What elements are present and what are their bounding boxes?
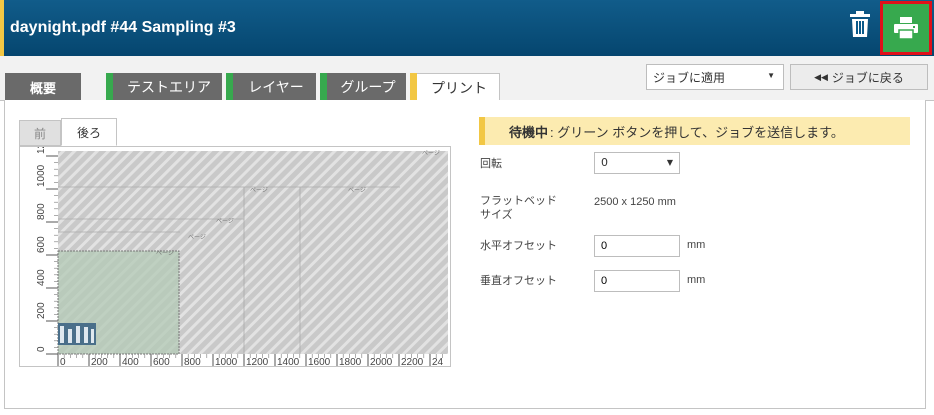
- h-offset-input[interactable]: [594, 235, 680, 257]
- tab-group-label: グループ: [340, 79, 396, 95]
- back-to-job-button[interactable]: ◀◀ ジョブに戻る: [790, 64, 928, 90]
- tab-status-bar: [226, 73, 233, 101]
- v-offset-unit: mm: [687, 274, 706, 286]
- preview-tab-back-label: 後ろ: [76, 125, 101, 140]
- ruler-y-label: 800: [36, 203, 47, 220]
- rotation-select[interactable]: 0 ▼: [594, 152, 680, 174]
- ruler-x-label: 1400: [277, 357, 300, 366]
- tab-overview[interactable]: 概要: [5, 73, 81, 101]
- tab-layer[interactable]: レイヤー: [226, 73, 316, 101]
- tab-print-label: プリント: [431, 79, 487, 96]
- flatbed-preview-canvas: ページページページページ ページページ 0 200 400 600 800 1000 1200…: [36, 131, 448, 368]
- ruler-x-label: 1800: [339, 357, 362, 366]
- tab-status-bar: [410, 73, 417, 102]
- ruler-y-label: 400: [36, 269, 47, 286]
- page-label: ページ: [422, 150, 440, 157]
- flatbed-size-label: フラットベッド サイズ: [480, 194, 557, 222]
- page-label: ページ: [250, 187, 268, 194]
- ruler-x-label: 1200: [246, 357, 269, 366]
- ruler-x-label: 0: [60, 357, 66, 366]
- tab-test-area-label: テストエリア: [127, 79, 211, 95]
- ruler-y-label: 200: [36, 302, 47, 319]
- header-accent-bar: [0, 0, 4, 56]
- status-message: : グリーン ボタンを押して、ジョブを送信します。: [550, 124, 844, 140]
- ruler-x-label: 1000: [215, 357, 238, 366]
- apply-to-job-select[interactable]: ジョブに適用 ▼: [646, 64, 784, 90]
- ruler-y-label: 600: [36, 236, 47, 253]
- page-label: ページ: [156, 250, 174, 257]
- preview-tab-front[interactable]: 前: [19, 120, 61, 146]
- rewind-icon: ◀◀: [814, 71, 828, 82]
- h-offset-unit: mm: [687, 239, 706, 251]
- back-to-job-label: ジョブに戻る: [831, 70, 904, 85]
- v-offset-input[interactable]: [594, 270, 680, 292]
- page-label: ページ: [348, 187, 366, 194]
- app-header: daynight.pdf #44 Sampling #3: [0, 0, 934, 56]
- dropdown-arrow-icon: ▼: [666, 158, 673, 167]
- job-thumbnail: [58, 323, 96, 345]
- ruler-x-label: 400: [122, 357, 139, 366]
- tab-status-bar: [106, 73, 113, 101]
- ruler-x-label: 600: [153, 357, 170, 366]
- printer-icon: [894, 17, 918, 39]
- page-title: daynight.pdf #44 Sampling #3: [10, 19, 236, 36]
- page-label: ページ: [216, 218, 234, 225]
- delete-button[interactable]: [849, 11, 871, 37]
- tab-layer-label: レイヤー: [248, 79, 304, 95]
- ruler-x-label: 2000: [370, 357, 393, 366]
- ruler-x-label: 200: [91, 357, 108, 366]
- flatbed-size-label-line2: サイズ: [480, 209, 513, 221]
- flatbed-size-label-line1: フラットベッド: [480, 195, 557, 207]
- tab-print[interactable]: プリント: [410, 73, 500, 102]
- tab-test-area[interactable]: テストエリア: [106, 73, 222, 101]
- flatbed-size-value: 2500 x 1250 mm: [594, 196, 676, 208]
- flatbed-preview: ページ ページ ページ ページ ページ ページ 0 200 400 600 800 1000 1200…: [19, 131, 451, 368]
- tab-group[interactable]: グループ: [320, 73, 406, 101]
- ruler-x-label: 800: [184, 357, 201, 366]
- trash-icon: [850, 11, 870, 37]
- status-notice: 待機中 : グリーン ボタンを押して、ジョブを送信します。: [479, 117, 910, 145]
- ruler-y-label: 0: [36, 346, 47, 352]
- preview-tab-back[interactable]: 後ろ: [61, 118, 117, 146]
- status-label: 待機中: [509, 124, 549, 140]
- ruler-y-label: 1000: [36, 164, 47, 187]
- tab-status-bar: [320, 73, 327, 101]
- ruler-x-label: 24: [432, 357, 444, 366]
- dropdown-arrow-icon: ▼: [767, 71, 775, 80]
- rotation-label: 回転: [480, 158, 502, 170]
- preview-tab-front-label: 前: [33, 126, 46, 141]
- ruler-y-label: 1200: [36, 147, 47, 154]
- rotation-value: 0: [601, 156, 608, 169]
- page-label: ページ: [188, 234, 206, 241]
- apply-to-job-value: ジョブに適用: [653, 71, 726, 85]
- ruler-x-label: 2200: [401, 357, 424, 366]
- print-submit-button[interactable]: [880, 1, 932, 55]
- ruler-x-label: 1600: [308, 357, 331, 366]
- h-offset-label: 水平オフセット: [480, 240, 557, 252]
- tab-overview-label: 概要: [29, 80, 56, 96]
- v-offset-label: 垂直オフセット: [480, 275, 557, 287]
